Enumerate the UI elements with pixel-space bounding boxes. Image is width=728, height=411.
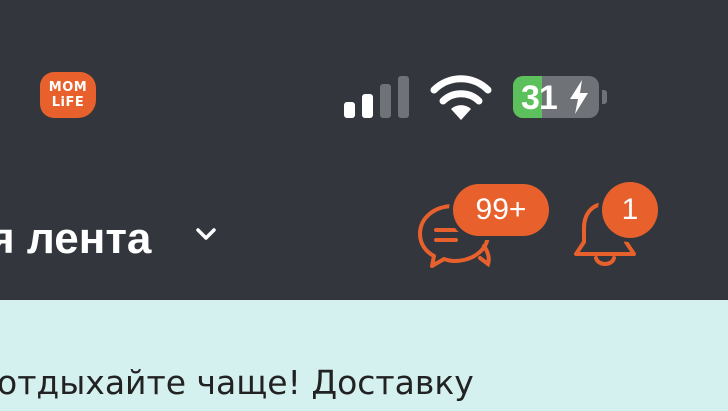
battery-indicator: 31 [513, 76, 609, 118]
chat-unread-badge: 99+ [453, 184, 549, 236]
battery-body: 31 [513, 76, 599, 118]
wifi-icon [430, 75, 492, 120]
notifications-badge: 1 [602, 182, 658, 238]
battery-cap [602, 90, 607, 104]
chevron-down-icon[interactable] [195, 226, 217, 242]
post-text: отдыхайте чаще! Доставку [0, 363, 474, 402]
feed-title[interactable]: я лента [0, 215, 151, 263]
mom-life-app-logo: MOM LiFE [40, 72, 96, 118]
cellular-signal-icon [344, 76, 409, 118]
app-logo-text: MOM LiFE [48, 80, 88, 110]
charging-bolt-icon [570, 80, 588, 114]
battery-percentage: 31 [521, 79, 558, 117]
status-bar: MOM LiFE 31 [0, 0, 728, 140]
